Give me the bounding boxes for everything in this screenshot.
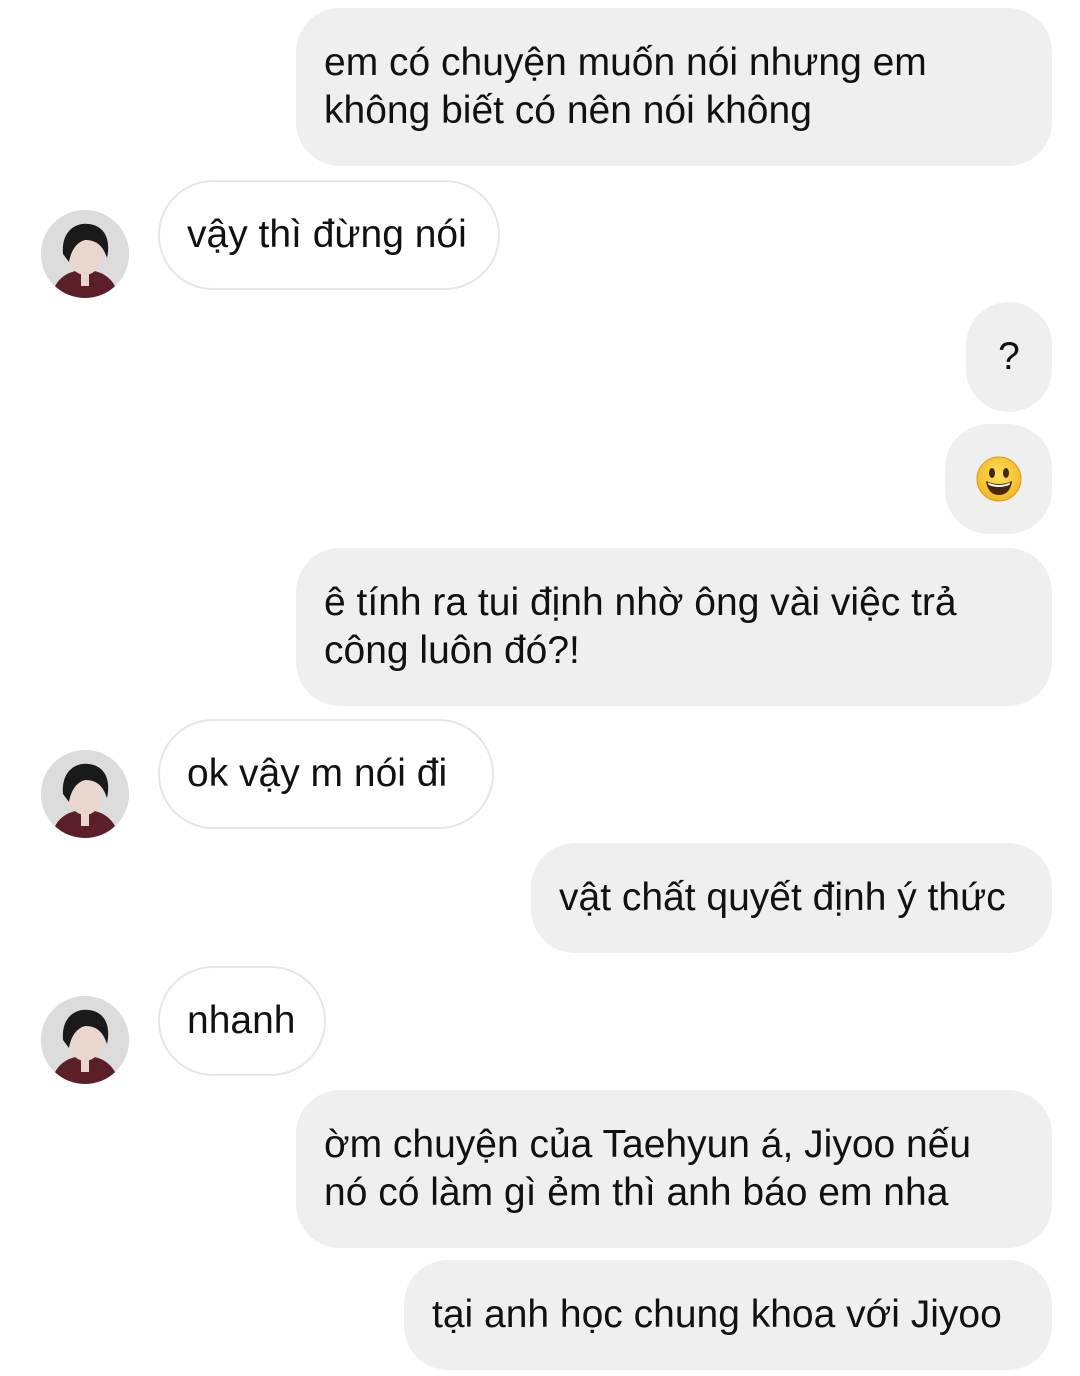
sent-message[interactable]: vật chất quyết định ý thức: [531, 843, 1052, 953]
received-message[interactable]: ok vậy m nói đi: [158, 719, 494, 829]
received-message[interactable]: nhanh: [158, 966, 326, 1076]
contact-avatar[interactable]: [41, 750, 129, 838]
received-message[interactable]: vậy thì đừng nói: [158, 180, 500, 290]
message-thread: em có chuyện muốn nói nhưng em không biế…: [0, 0, 1080, 1376]
sent-message[interactable]: ờm chuyện của Taehyun á, Jiyoo nếu nó có…: [296, 1090, 1052, 1248]
sent-message[interactable]: ?: [966, 302, 1052, 412]
message-text: vậy thì đừng nói: [187, 213, 467, 256]
message-text: ok vậy m nói đi: [187, 752, 448, 795]
avatar-photo: [41, 750, 129, 838]
sent-message[interactable]: tại anh học chung khoa với Jiyoo: [404, 1260, 1052, 1370]
sent-message[interactable]: ê tính ra tui định nhờ ông vài việc trả …: [296, 548, 1052, 706]
message-text: ờm chuyện của Taehyun á, Jiyoo nếu nó có…: [324, 1123, 972, 1214]
message-text: tại anh học chung khoa với Jiyoo: [432, 1293, 1002, 1336]
message-text: vật chất quyết định ý thức: [559, 876, 1006, 919]
message-text: ê tính ra tui định nhờ ông vài việc trả …: [324, 581, 957, 672]
sent-message[interactable]: em có chuyện muốn nói nhưng em không biế…: [296, 8, 1052, 166]
sent-message[interactable]: [945, 424, 1052, 534]
message-text: ?: [998, 335, 1020, 378]
message-text: nhanh: [187, 999, 296, 1042]
message-text: em có chuyện muốn nói nhưng em không biế…: [324, 41, 927, 132]
contact-avatar[interactable]: [41, 996, 129, 1084]
avatar-photo: [41, 996, 129, 1084]
avatar-photo: [41, 210, 129, 298]
grinning-face-icon: [976, 456, 1021, 502]
contact-avatar[interactable]: [41, 210, 129, 298]
